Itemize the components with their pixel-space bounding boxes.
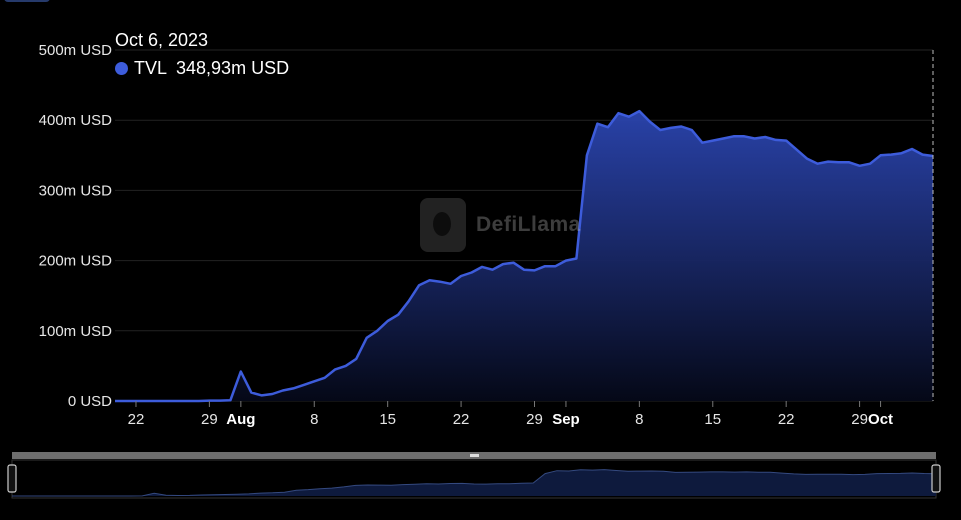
slider-handle[interactable] xyxy=(7,464,17,493)
y-tick-label: 200m USD xyxy=(39,253,113,270)
x-tick-label: 15 xyxy=(704,411,721,428)
watermark-text: DefiLlama xyxy=(476,213,581,236)
y-tick-label: 400m USD xyxy=(39,112,113,129)
x-tick-label: Sep xyxy=(552,411,580,428)
series-dot-icon xyxy=(115,61,128,75)
x-tick-label: Oct xyxy=(868,411,893,428)
x-tick-label: 22 xyxy=(778,411,795,428)
tooltip-series-name: TVL xyxy=(134,58,168,78)
x-tick-label: 22 xyxy=(453,411,470,428)
tvl-area xyxy=(115,109,934,403)
x-tick-label: Aug xyxy=(226,411,255,428)
x-tick-label: 29 xyxy=(851,411,868,428)
x-tick-label: 29 xyxy=(201,411,218,428)
y-tick-label: 0 USD xyxy=(68,393,112,410)
y-tick-label: 500m USD xyxy=(39,42,113,59)
y-tick-label: 100m USD xyxy=(39,323,113,340)
tooltip-date: Oct 6, 2023 xyxy=(115,30,209,50)
llama-logo-icon xyxy=(420,198,466,252)
x-tick-label: 22 xyxy=(128,411,145,428)
slider-grip-icon[interactable] xyxy=(470,454,479,457)
y-axis: 0 USD 100m USD 200m USD 300m USD 400m USD 500… xyxy=(39,42,113,410)
range-slider[interactable] xyxy=(7,452,941,499)
x-tick-label: 29 xyxy=(526,411,543,428)
x-tick-label: 8 xyxy=(635,411,643,428)
y-tick-label: 300m USD xyxy=(39,182,113,199)
tooltip-value: 348,93m USD xyxy=(176,58,290,78)
tooltip: Oct 6, 2023 TVL 348,93m USD xyxy=(115,26,289,82)
watermark: DefiLlama xyxy=(420,198,581,252)
tooltip-row: TVL 348,93m USD xyxy=(115,54,289,82)
x-tick-label: 8 xyxy=(310,411,318,428)
slider-handle[interactable] xyxy=(931,464,941,493)
x-axis: 22 29 Aug 8 15 22 29 Sep 8 15 22 29 Oct xyxy=(128,401,893,428)
x-tick-label: 15 xyxy=(379,411,396,428)
tvl-area-fill xyxy=(115,111,933,401)
